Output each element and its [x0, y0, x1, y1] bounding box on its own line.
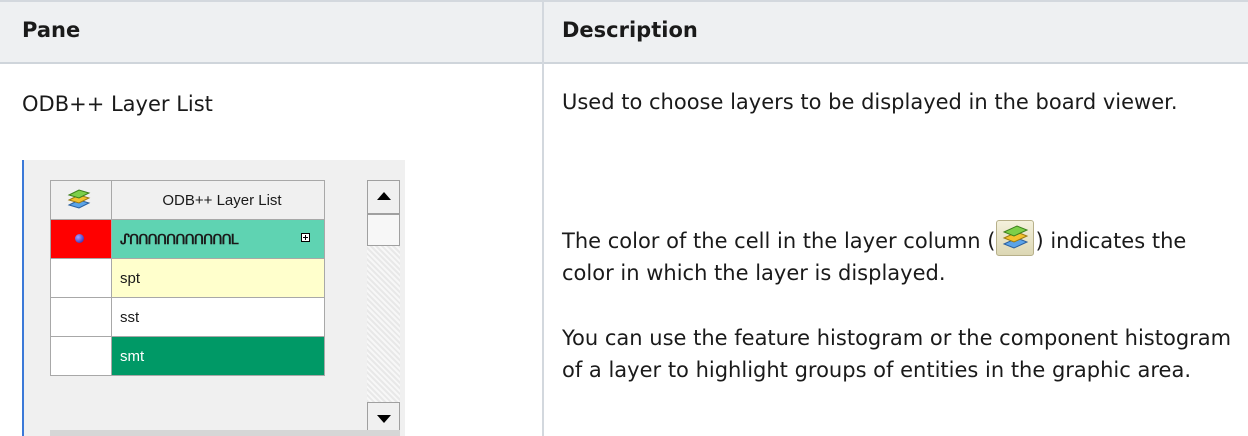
layer-color-cell[interactable]	[50, 336, 112, 376]
layer-color-column-header[interactable]	[50, 180, 112, 220]
scroll-up-icon	[377, 192, 391, 200]
layer-color-cell[interactable]	[50, 219, 112, 259]
scroll-thumb[interactable]	[367, 214, 400, 246]
scroll-up-button[interactable]	[367, 180, 400, 214]
header-description: Description	[562, 18, 698, 42]
layer-name-cell[interactable]: smt	[111, 336, 325, 376]
description-paragraph-3: You can use the feature histogram or the…	[562, 326, 1232, 382]
expand-icon[interactable]	[301, 232, 310, 242]
description-paragraph-2: The color of the cell in the layer colum…	[562, 220, 1232, 289]
layer-color-cell[interactable]	[50, 297, 112, 337]
layer-name: ᔑᑎᑎᑎᑎᑎᑎᑎᑎᑎᑎᑎᒪ	[120, 231, 238, 248]
layer-list-column-header[interactable]: ODB++ Layer List	[111, 180, 325, 220]
layer-row[interactable]: sst	[50, 297, 325, 337]
layer-row[interactable]: ᔑᑎᑎᑎᑎᑎᑎᑎᑎᑎᑎᑎᒪ	[50, 219, 325, 259]
layers-icon	[67, 189, 91, 209]
scroll-down-icon	[377, 415, 391, 423]
layer-list-grid: ODB++ Layer List ᔑᑎᑎᑎᑎᑎᑎᑎᑎᑎᑎᑎᒪ spt sst s…	[50, 180, 325, 376]
desc2-before: The color of the cell in the layer colum…	[562, 229, 996, 253]
table-header-row: Pane Description	[0, 0, 1248, 64]
layer-name-cell[interactable]: spt	[111, 258, 325, 298]
visible-marker-icon	[75, 234, 84, 243]
layer-list-header-row: ODB++ Layer List	[50, 180, 325, 220]
layer-name-cell[interactable]: sst	[111, 297, 325, 337]
layer-color-cell[interactable]	[50, 258, 112, 298]
header-pane: Pane	[22, 18, 81, 42]
pane-description-table: Pane Description ODB++ Layer List Used t…	[0, 0, 1248, 436]
layer-row[interactable]: spt	[50, 258, 325, 298]
description-paragraph-1: Used to choose layers to be displayed in…	[562, 90, 1178, 114]
horizontal-scrollbar-edge	[50, 430, 400, 436]
layer-row[interactable]: smt	[50, 336, 325, 376]
layer-list-screenshot: ODB++ Layer List ᔑᑎᑎᑎᑎᑎᑎᑎᑎᑎᑎᑎᒪ spt sst s…	[22, 160, 405, 436]
vertical-scrollbar[interactable]	[367, 180, 400, 436]
pane-name: ODB++ Layer List	[22, 92, 213, 116]
layer-name-cell[interactable]: ᔑᑎᑎᑎᑎᑎᑎᑎᑎᑎᑎᑎᒪ	[111, 219, 325, 259]
layers-icon	[996, 220, 1035, 256]
column-divider	[542, 0, 544, 436]
